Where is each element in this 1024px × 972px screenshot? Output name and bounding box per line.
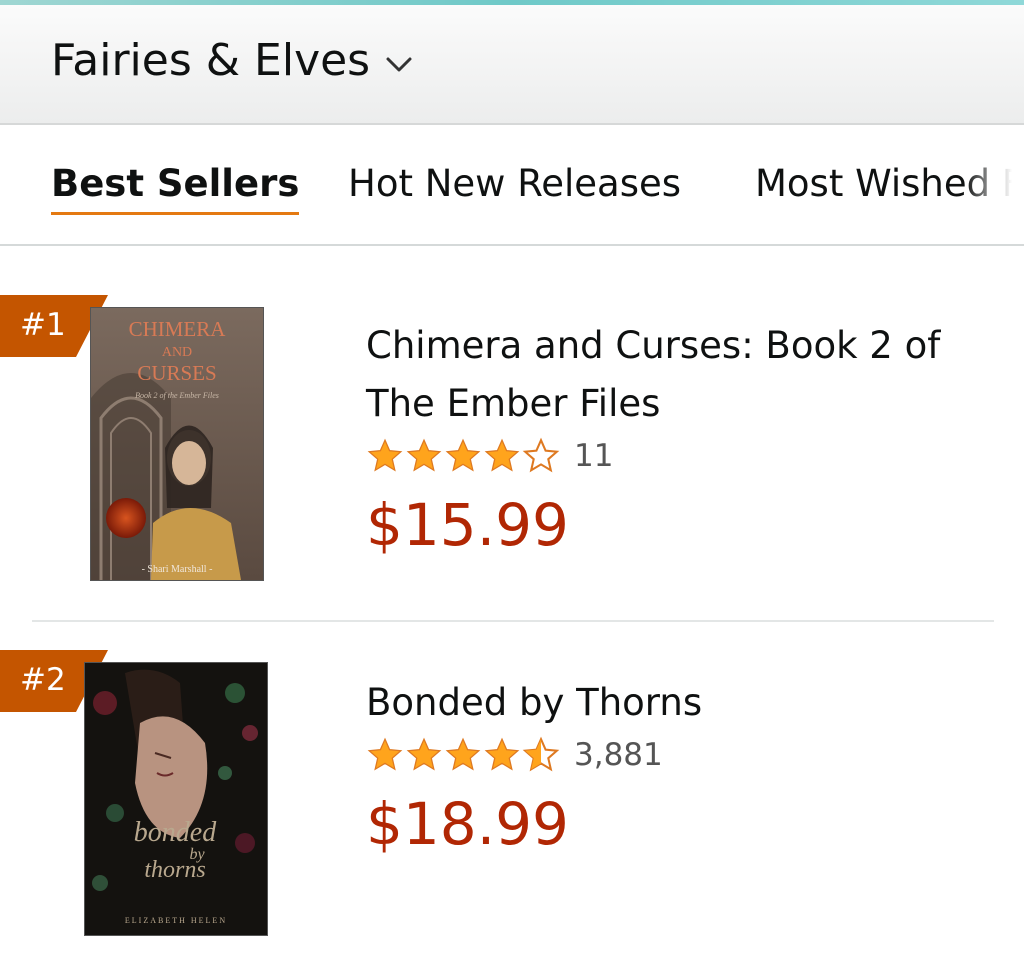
tab-hot-new-releases[interactable]: Hot New Releases — [348, 162, 681, 205]
chevron-down-icon — [386, 57, 412, 71]
star-full-icon — [484, 438, 520, 472]
star-full-icon — [367, 737, 403, 771]
star-full-icon — [406, 737, 442, 771]
cover-author: - Shari Marshall - — [142, 564, 213, 575]
cover-title-line-1: CHIMERA — [129, 317, 227, 341]
cover-title-line-3: CURSES — [137, 361, 216, 385]
rank-label: #2 — [20, 662, 66, 698]
cover-title-line-2: AND — [162, 345, 192, 360]
star-full-icon — [445, 737, 481, 771]
item-info: Bonded by Thorns 3,881 $18.99 — [366, 674, 986, 858]
cover-author: ELIZABETH HELEN — [125, 916, 227, 925]
item-title[interactable]: Bonded by Thorns — [366, 674, 986, 732]
star-full-icon — [406, 438, 442, 472]
item-title-line-2: The Ember Files — [366, 382, 661, 425]
tab-overflow-fade — [964, 126, 1024, 242]
category-title: Fairies & Elves — [51, 35, 371, 86]
category-dropdown[interactable]: Fairies & Elves — [51, 35, 414, 86]
book-cover-image[interactable]: bonded by thorns ELIZABETH HELEN — [84, 662, 268, 936]
item-info: Chimera and Curses: Book 2 of The Ember … — [366, 317, 986, 559]
rating[interactable]: 3,881 — [366, 736, 986, 774]
star-full-icon — [367, 438, 403, 472]
tab-best-sellers[interactable]: Best Sellers — [51, 162, 300, 215]
cover-title-line-1: bonded — [134, 817, 217, 848]
item-price: $15.99 — [366, 491, 569, 559]
rating-count: 11 — [574, 438, 614, 474]
rating-count: 3,881 — [574, 737, 663, 773]
star-full-icon — [484, 737, 520, 771]
star-rating — [366, 736, 560, 774]
book-cover-image[interactable]: CHIMERA AND CURSES Book 2 of the Ember F… — [90, 307, 264, 581]
item-title[interactable]: Chimera and Curses: Book 2 of The Ember … — [366, 317, 986, 433]
star-half-icon — [522, 736, 560, 772]
item-divider — [32, 620, 994, 622]
cover-subtitle: Book 2 of the Ember Files — [135, 391, 219, 400]
tab-bar: Best Sellers Hot New Releases Most Wishe… — [0, 126, 1024, 246]
item-price: $18.99 — [366, 790, 569, 858]
item-title-line-1: Chimera and Curses: Book 2 of — [366, 324, 941, 367]
star-empty-icon — [522, 437, 560, 473]
cover-title-line-3: thorns — [144, 857, 205, 883]
rank-label: #1 — [20, 307, 66, 343]
star-rating — [366, 437, 560, 475]
rating[interactable]: 11 — [366, 437, 986, 475]
star-full-icon — [445, 438, 481, 472]
category-header: Fairies & Elves — [0, 5, 1024, 125]
